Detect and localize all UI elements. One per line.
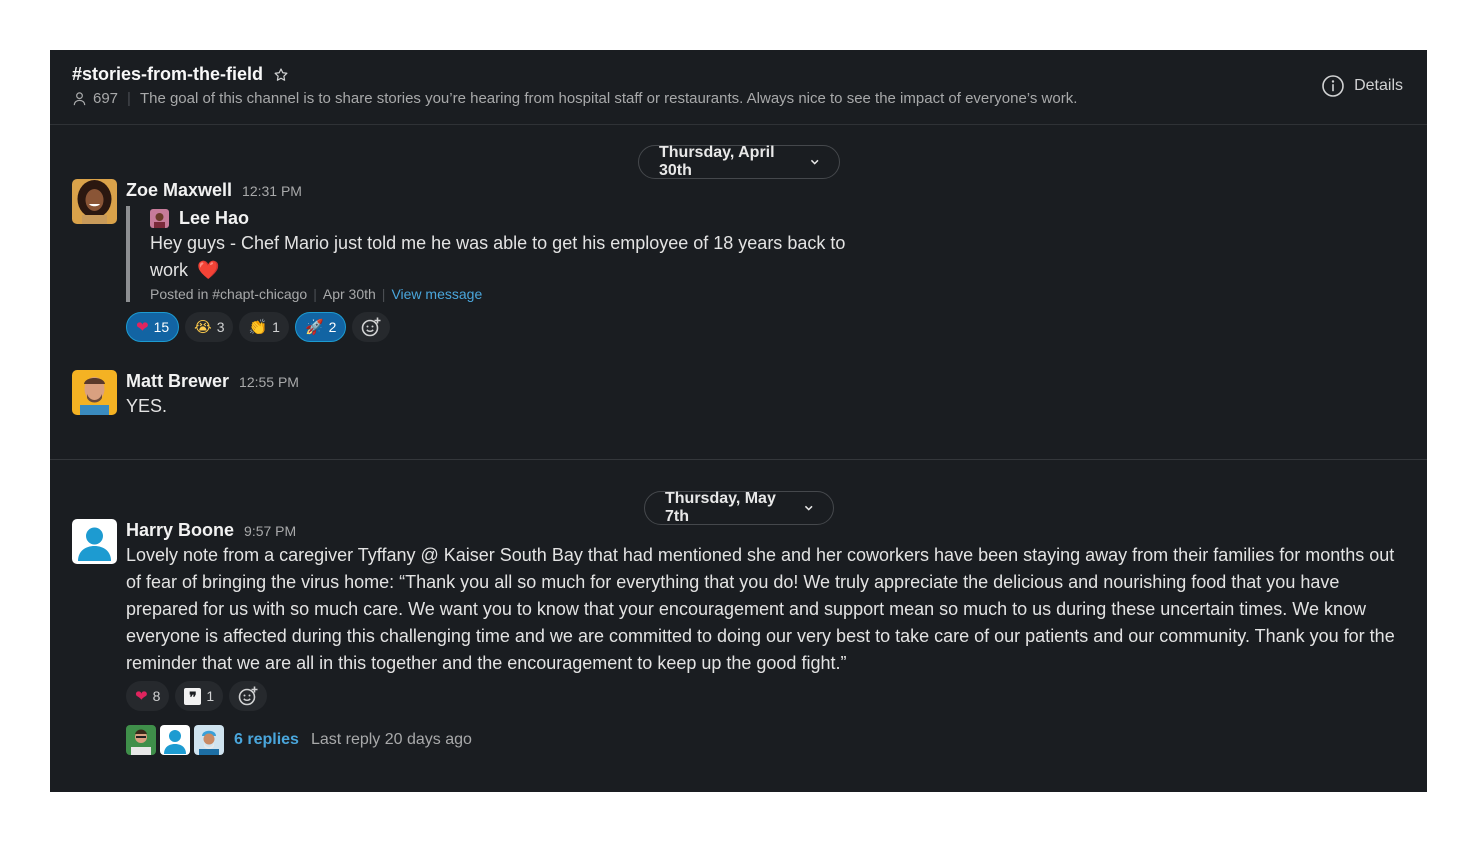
reaction-count: 2 <box>328 319 337 335</box>
add-reaction-button[interactable] <box>229 681 268 711</box>
message-zoe-maxwell[interactable]: Zoe Maxwell 12:31 PM Lee Hao Hey guys - … <box>72 179 1405 354</box>
chevron-down-icon <box>804 505 813 511</box>
channel-meta: 697 | The goal of this channel is to sha… <box>72 90 1077 107</box>
posted-in[interactable]: Posted in #chapt-chicago <box>150 286 307 302</box>
sender-name[interactable]: Zoe Maxwell <box>126 179 232 201</box>
reaction-clap[interactable]: 👏 1 <box>239 312 289 342</box>
chevron-down-icon <box>810 159 819 165</box>
date-label: Thursday, April 30th <box>659 144 775 179</box>
avatar <box>194 725 224 755</box>
meta-separator: | <box>127 90 131 107</box>
message-text: YES. <box>126 396 168 416</box>
member-icon[interactable] <box>72 91 87 106</box>
shared-date: Apr 30th <box>322 286 376 302</box>
rocket-icon: 🚀 <box>304 317 324 336</box>
view-message-link[interactable]: View message <box>391 286 482 302</box>
heart-emoji: ❤️ <box>197 260 220 281</box>
avatar[interactable] <box>72 179 117 224</box>
reaction-crying[interactable]: 😭 3 <box>185 312 234 342</box>
avatar[interactable] <box>72 370 117 415</box>
reactions: ❤ 15 😭 3 👏 1 🚀 2 <box>126 312 1405 342</box>
star-icon[interactable] <box>273 67 289 83</box>
heart-icon: ❤ <box>136 317 149 336</box>
add-reaction-icon <box>362 317 381 337</box>
message-matt-brewer[interactable]: Matt Brewer 12:55 PM YES. <box>72 370 1405 420</box>
replies-link[interactable]: 6 replies <box>234 731 299 749</box>
channel-topic: The goal of this channel is to share sto… <box>139 90 1078 107</box>
reaction-count: 1 <box>272 319 280 335</box>
details-button[interactable]: Details <box>1321 74 1403 98</box>
day-divider <box>50 459 1427 460</box>
timestamp[interactable]: 9:57 PM <box>244 520 296 542</box>
reactions: ❤ 8 ❞ 1 <box>126 681 1396 711</box>
quote-icon: ❞ <box>184 687 202 706</box>
shared-text-line-2: work <box>150 260 189 280</box>
reaction-heart[interactable]: ❤ 15 <box>126 312 180 342</box>
reaction-count: 3 <box>216 319 225 335</box>
message-harry-boone[interactable]: Harry Boone 9:57 PM Lovely note from a c… <box>72 519 1405 759</box>
shared-text: Hey guys - Chef Mario just told me he wa… <box>150 230 880 284</box>
reaction-count: 1 <box>206 688 215 704</box>
heart-icon: ❤ <box>135 686 148 705</box>
reaction-heart[interactable]: ❤ 8 <box>126 681 170 711</box>
sender-name[interactable]: Matt Brewer <box>126 370 229 392</box>
sender-name[interactable]: Harry Boone <box>126 519 234 541</box>
shared-text-line-1: Hey guys - Chef Mario just told me he wa… <box>150 233 846 253</box>
footer-separator: | <box>381 286 386 302</box>
shared-author[interactable]: Lee Hao <box>179 206 249 230</box>
timestamp[interactable]: 12:55 PM <box>239 371 299 393</box>
avatar <box>160 725 190 755</box>
member-count[interactable]: 697 <box>93 90 118 107</box>
thread-summary[interactable]: 6 replies Last reply 20 days ago <box>126 725 1396 755</box>
reaction-rocket[interactable]: 🚀 2 <box>294 312 347 342</box>
add-reaction-button[interactable] <box>352 312 391 342</box>
details-label: Details <box>1354 77 1403 94</box>
info-icon <box>1322 75 1344 97</box>
reaction-count: 15 <box>153 319 170 335</box>
channel-header: #stories-from-the-field 697 | The goal o… <box>50 50 1427 125</box>
date-pill-april-30[interactable]: Thursday, April 30th <box>638 144 840 179</box>
reaction-quote[interactable]: ❞ 1 <box>175 681 224 711</box>
avatar <box>150 208 169 228</box>
reaction-count: 8 <box>152 688 161 704</box>
last-reply-time: Last reply 20 days ago <box>310 731 472 748</box>
clap-icon: 👏 <box>248 317 268 336</box>
shared-footer: Posted in #chapt-chicago | Apr 30th | Vi… <box>150 286 880 302</box>
footer-separator: | <box>313 286 317 302</box>
channel-name[interactable]: #stories-from-the-field <box>72 64 263 85</box>
add-reaction-icon <box>238 686 258 706</box>
avatar[interactable] <box>72 519 117 564</box>
crying-face-icon: 😭 <box>194 317 212 336</box>
avatar <box>126 725 156 755</box>
message-text: Lovely note from a caregiver Tyffany @ K… <box>126 545 1395 673</box>
timestamp[interactable]: 12:31 PM <box>242 180 302 202</box>
channel-window: #stories-from-the-field 697 | The goal o… <box>50 50 1427 792</box>
shared-message[interactable]: Lee Hao Hey guys - Chef Mario just told … <box>126 206 880 302</box>
channel-title[interactable]: #stories-from-the-field <box>72 64 289 85</box>
